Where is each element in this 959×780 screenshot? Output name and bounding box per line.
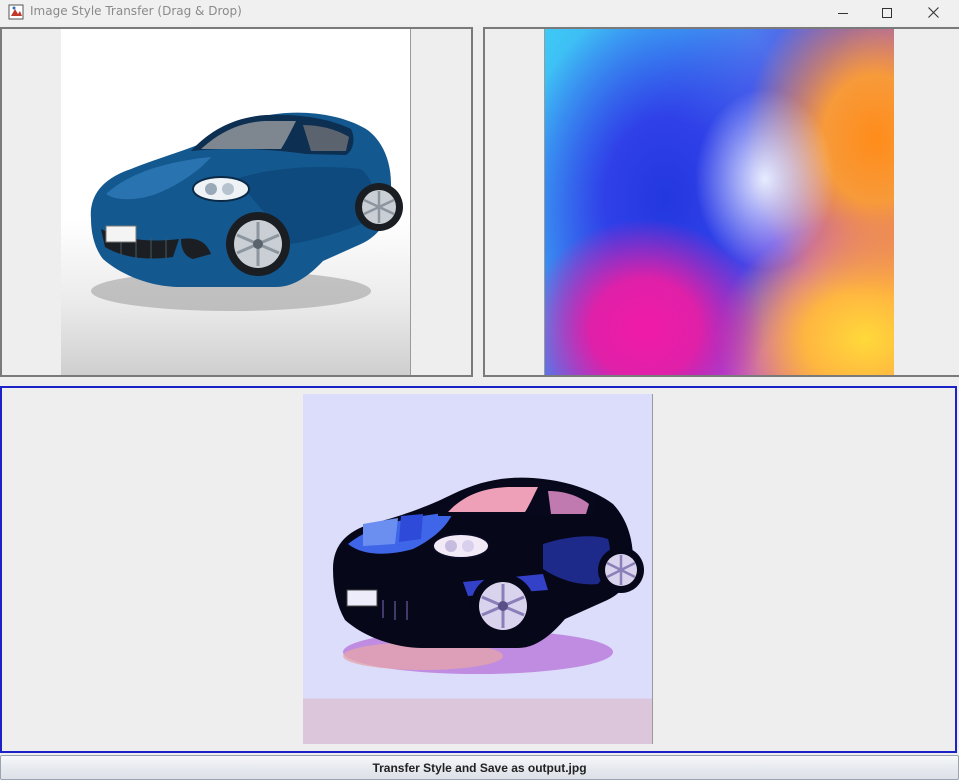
transfer-style-button[interactable]: Transfer Style and Save as output.jpg: [0, 755, 959, 780]
minimize-button[interactable]: [820, 0, 866, 25]
content-image-drop-panel[interactable]: [0, 27, 473, 377]
close-icon: [927, 7, 939, 18]
style-image-drop-panel[interactable]: [483, 27, 959, 377]
window-title: Image Style Transfer (Drag & Drop): [30, 4, 242, 18]
app-window: Image Style Transfer (Drag & Drop) Trans…: [0, 0, 959, 780]
close-button[interactable]: [910, 0, 956, 25]
maximize-icon: [882, 7, 892, 18]
java-app-icon: [8, 4, 24, 20]
maximize-button[interactable]: [864, 0, 910, 25]
result-image: [303, 394, 653, 744]
minimize-icon: [838, 12, 848, 14]
title-bar[interactable]: Image Style Transfer (Drag & Drop): [0, 0, 959, 25]
content-image: [61, 29, 411, 375]
style-image: [544, 29, 894, 375]
result-image-panel: [0, 386, 957, 753]
